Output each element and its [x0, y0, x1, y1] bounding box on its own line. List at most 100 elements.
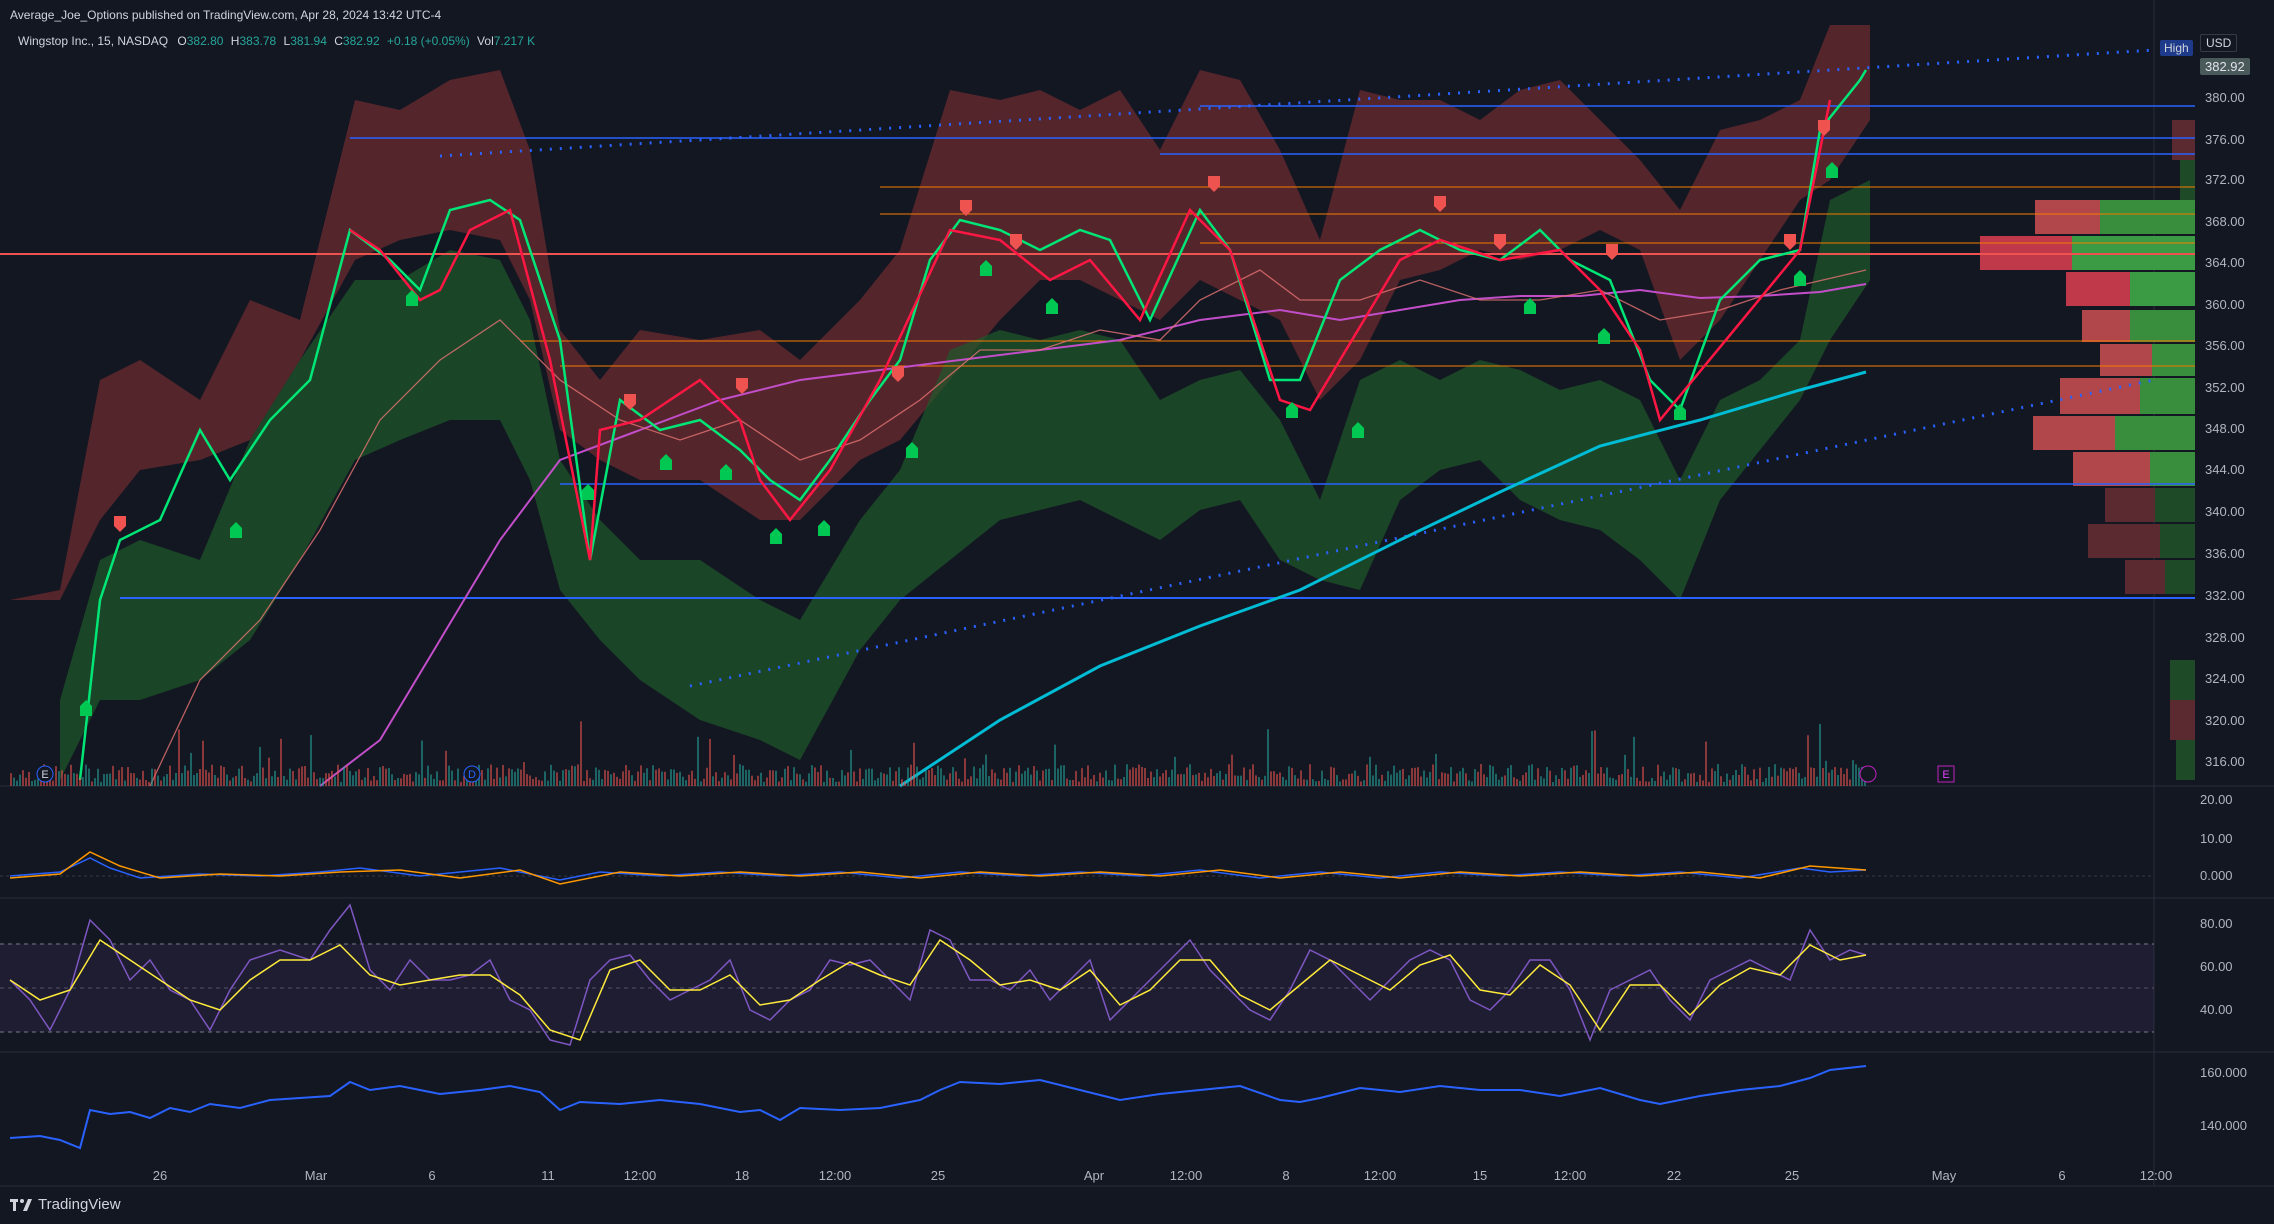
volume-bar [16, 780, 18, 786]
volume-bar [1435, 753, 1437, 786]
volume-bar [316, 779, 318, 786]
volume-bar [955, 771, 957, 786]
volume-bar [256, 773, 258, 786]
volume-bar [1513, 777, 1515, 786]
volume-bar [1312, 779, 1314, 786]
volume-bar [616, 776, 618, 786]
volume-bar [568, 770, 570, 786]
volume-bar [139, 779, 141, 786]
volume-bar [1651, 778, 1653, 786]
volume-bar [1588, 772, 1590, 786]
volume-bar [1078, 781, 1080, 786]
volume-bar [652, 765, 654, 786]
volume-bar [721, 777, 723, 786]
volume-bar [799, 774, 801, 786]
volume-bar [1357, 775, 1359, 786]
volume-bar [1483, 774, 1485, 786]
volume-bar [1765, 778, 1767, 786]
volume-bar [1849, 779, 1851, 786]
volume-bar [160, 780, 162, 786]
volume-bar [1429, 771, 1431, 786]
volume-bar [1528, 765, 1530, 786]
volume-bar [1855, 764, 1857, 786]
volume-bar [1213, 776, 1215, 786]
indicator-axis-label: 160.000 [2200, 1065, 2247, 1080]
volume-bar [1348, 773, 1350, 786]
volume-bar [190, 752, 192, 786]
volume-bar [268, 757, 270, 786]
time-axis-label: 12:00 [1364, 1168, 1397, 1183]
volume-bar [175, 773, 177, 786]
volume-bar [322, 778, 324, 786]
volume-bar [835, 781, 837, 786]
volume-bar [1324, 778, 1326, 786]
volume-bar [823, 781, 825, 786]
chart-canvas[interactable]: E D E 380.00 376.00 372.00 368.00 364.00 360.… [0, 0, 2274, 1224]
volume-bar [643, 772, 645, 786]
volume-bar [271, 776, 273, 786]
volume-bar [766, 777, 768, 786]
volume-bar [1135, 768, 1137, 786]
volume-bar [1798, 772, 1800, 786]
volume-bar [802, 779, 804, 786]
volume-bar [1360, 781, 1362, 786]
volume-bar [247, 779, 249, 786]
volume-bar [1339, 781, 1341, 786]
volume-bar [436, 771, 438, 786]
price-axis[interactable]: 380.00 376.00 372.00 368.00 364.00 360.00 356.… [2200, 90, 2247, 1133]
volume-bar [727, 775, 729, 786]
price-axis-label: 376.00 [2205, 132, 2245, 147]
volume-bar [1666, 779, 1668, 786]
volume-bar [1711, 768, 1713, 786]
volume-bar [430, 774, 432, 786]
time-axis-label: 26 [153, 1168, 167, 1183]
volume-bar [88, 768, 90, 786]
volume-bar [1693, 772, 1695, 786]
volume-bar [238, 768, 240, 786]
time-axis-label: 25 [931, 1168, 945, 1183]
volume-bar [1216, 773, 1218, 786]
tradingview-branding[interactable]: TradingView [10, 1196, 121, 1213]
volume-bar [493, 778, 495, 786]
volume-bar [910, 764, 912, 786]
volume-bar [310, 735, 312, 786]
price-axis-label: 360.00 [2205, 297, 2245, 312]
volume-bar [943, 775, 945, 786]
volume-bar [604, 769, 606, 786]
volume-bar [1123, 776, 1125, 786]
time-axis[interactable]: 26 Mar 6 11 12:00 18 12:00 25 Apr 12:00 8 12:00 15 12… [153, 1168, 2173, 1183]
volume-bar [991, 769, 993, 786]
volume-bar [808, 773, 810, 786]
volume-bar [244, 777, 246, 786]
volume-bar [1744, 766, 1746, 786]
volume-bar [1201, 780, 1203, 786]
volume-bar [877, 778, 879, 786]
time-axis-label: Mar [305, 1168, 328, 1183]
volume-bar [220, 765, 222, 786]
volume-bar [1498, 779, 1500, 786]
volume-bar [1555, 775, 1557, 786]
volume-bar [1375, 764, 1377, 786]
volume-bar [1156, 769, 1158, 786]
volume-bar [1405, 779, 1407, 786]
event-marker-e1: E [41, 769, 48, 781]
volume-bar [118, 770, 120, 786]
volume-bar [61, 770, 63, 786]
volume-bar [538, 780, 540, 786]
volume-bar [1297, 778, 1299, 786]
volume-bar [1789, 767, 1791, 786]
volume-bar [34, 779, 36, 786]
volume-bar [1195, 774, 1197, 786]
volume-bar [550, 764, 552, 786]
symbol-legend[interactable]: Wingstop Inc., 15, NASDAQ O382.80 H383.7… [18, 34, 535, 48]
volume-bar [232, 777, 234, 786]
volume-bar [355, 771, 357, 786]
volume-bar [1627, 769, 1629, 786]
volume-bar [1138, 764, 1140, 786]
price-axis-label: 380.00 [2205, 90, 2245, 105]
volume-bar [949, 773, 951, 786]
volume-bar [133, 773, 135, 786]
flash-icon [1859, 765, 1877, 783]
currency-button[interactable]: USD [2200, 34, 2238, 52]
volume-bar [664, 771, 666, 786]
